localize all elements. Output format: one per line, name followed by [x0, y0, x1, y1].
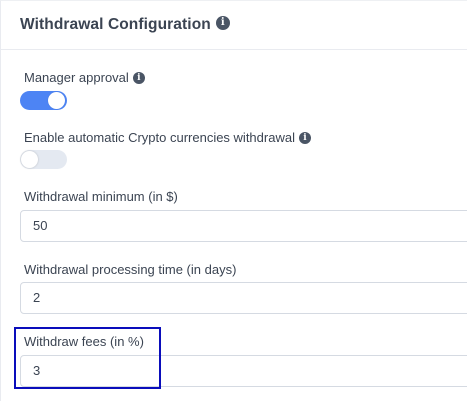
toggle-knob: [21, 151, 38, 168]
auto-crypto-withdrawal-label-text: Enable automatic Crypto currencies withd…: [24, 130, 295, 145]
withdrawal-config-page: Withdrawal Configuration i Manager approv…: [0, 0, 467, 401]
manager-approval-label: Manager approval i: [24, 70, 145, 85]
info-icon[interactable]: i: [132, 71, 145, 84]
withdraw-fees-input[interactable]: 3: [20, 355, 467, 387]
withdrawal-config-card: Withdrawal Configuration i Manager approv…: [0, 0, 467, 401]
withdrawal-minimum-label: Withdrawal minimum (in $): [24, 189, 178, 204]
section-title: Withdrawal Configuration i: [20, 15, 230, 34]
withdraw-fees-label: Withdraw fees (in %): [24, 334, 144, 349]
section-title-text: Withdrawal Configuration: [20, 16, 211, 33]
processing-time-input[interactable]: 2: [20, 282, 467, 314]
manager-approval-label-text: Manager approval: [24, 70, 129, 85]
manager-approval-toggle[interactable]: [20, 91, 67, 110]
withdrawal-minimum-input[interactable]: 50: [20, 210, 467, 242]
info-icon[interactable]: i: [215, 15, 230, 30]
card-header: Withdrawal Configuration i: [1, 1, 467, 50]
toggle-knob: [48, 92, 65, 109]
info-icon[interactable]: i: [298, 131, 311, 144]
processing-time-label: Withdrawal processing time (in days): [24, 262, 237, 277]
auto-crypto-withdrawal-toggle[interactable]: [20, 150, 67, 169]
auto-crypto-withdrawal-label: Enable automatic Crypto currencies withd…: [24, 130, 311, 145]
